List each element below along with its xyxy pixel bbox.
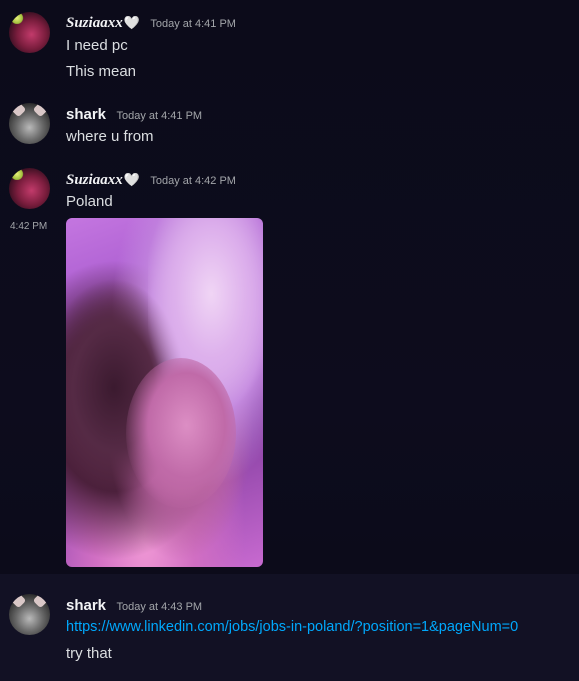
image-attachment[interactable] — [66, 218, 263, 567]
flower-decoration — [10, 168, 24, 180]
avatar[interactable] — [9, 168, 50, 209]
message-header: shark Today at 4:43 PM — [66, 597, 202, 615]
message-text: Poland — [66, 193, 113, 210]
chat-view: Suziaaxx🤍 Today at 4:41 PM I need pc Thi… — [0, 0, 579, 681]
cat-ear-icon — [32, 103, 49, 118]
username[interactable]: Suziaaxx — [66, 15, 123, 31]
username[interactable]: Suziaaxx — [66, 172, 123, 188]
timestamp: Today at 4:42 PM — [150, 175, 236, 187]
heart-icon: 🤍 — [123, 15, 140, 30]
message-header: Suziaaxx🤍 Today at 4:41 PM — [66, 14, 236, 32]
timestamp: Today at 4:41 PM — [116, 110, 203, 122]
heart-icon: 🤍 — [123, 172, 140, 187]
message-text: try that — [66, 645, 112, 662]
message-header: shark Today at 4:41 PM — [66, 106, 202, 124]
message-header: Suziaaxx🤍 Today at 4:42 PM — [66, 171, 236, 189]
avatar[interactable] — [9, 594, 50, 635]
cat-ear-icon — [10, 103, 27, 118]
message-text: This mean — [66, 63, 137, 80]
message-text: I need pc — [66, 37, 128, 54]
timestamp: Today at 4:43 PM — [116, 601, 203, 613]
message-link[interactable]: https://www.linkedin.com/jobs/jobs-in-po… — [66, 619, 518, 635]
username[interactable]: shark — [66, 597, 106, 614]
avatar[interactable] — [9, 12, 50, 53]
attachment-timestamp: 4:42 PM — [10, 221, 48, 232]
message-text: where u from — [66, 128, 154, 145]
image-region — [126, 358, 236, 508]
avatar[interactable] — [9, 103, 50, 144]
timestamp: Today at 4:41 PM — [150, 18, 236, 30]
flower-decoration — [10, 12, 24, 24]
username[interactable]: shark — [66, 106, 106, 123]
